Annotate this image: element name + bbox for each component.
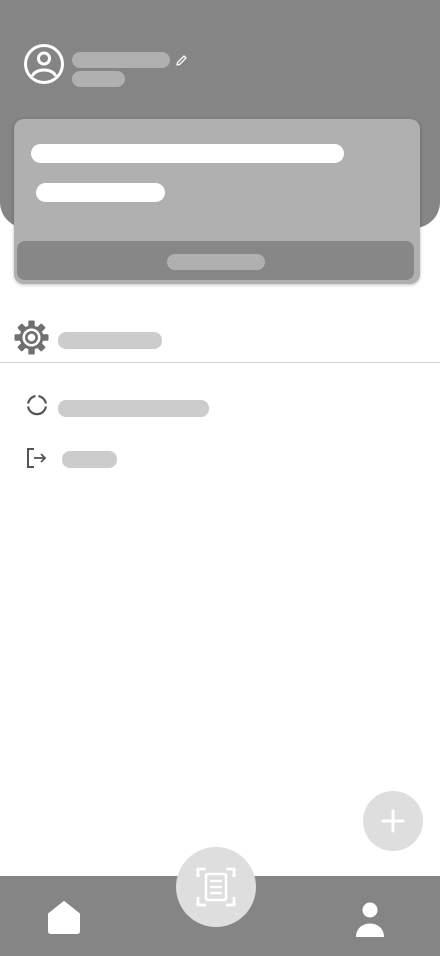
card-subtitle: [36, 183, 165, 202]
card-action-button[interactable]: [17, 241, 414, 280]
menu-item-label: [58, 400, 209, 417]
avatar-icon[interactable]: [23, 43, 65, 85]
gear-icon: [14, 320, 49, 355]
card-action-label: [167, 254, 265, 270]
add-button[interactable]: [363, 791, 423, 851]
person-icon[interactable]: [352, 900, 388, 938]
settings-label: [58, 332, 162, 349]
home-icon[interactable]: [46, 900, 82, 936]
logout-icon: [27, 448, 47, 468]
user-name: [72, 52, 170, 68]
summary-card: [14, 119, 420, 284]
pencil-icon[interactable]: [175, 54, 188, 67]
progress-icon: [27, 395, 47, 416]
card-title: [31, 144, 344, 163]
scan-document-icon: [196, 867, 236, 907]
menu-item-label: [62, 451, 117, 468]
menu-item-logout[interactable]: [0, 441, 440, 477]
plus-icon: [381, 809, 405, 833]
scan-document-button[interactable]: [176, 847, 256, 927]
settings-row[interactable]: [0, 316, 440, 362]
menu-item-progress[interactable]: [0, 389, 440, 425]
divider: [0, 362, 440, 363]
user-subtitle: [72, 71, 125, 87]
